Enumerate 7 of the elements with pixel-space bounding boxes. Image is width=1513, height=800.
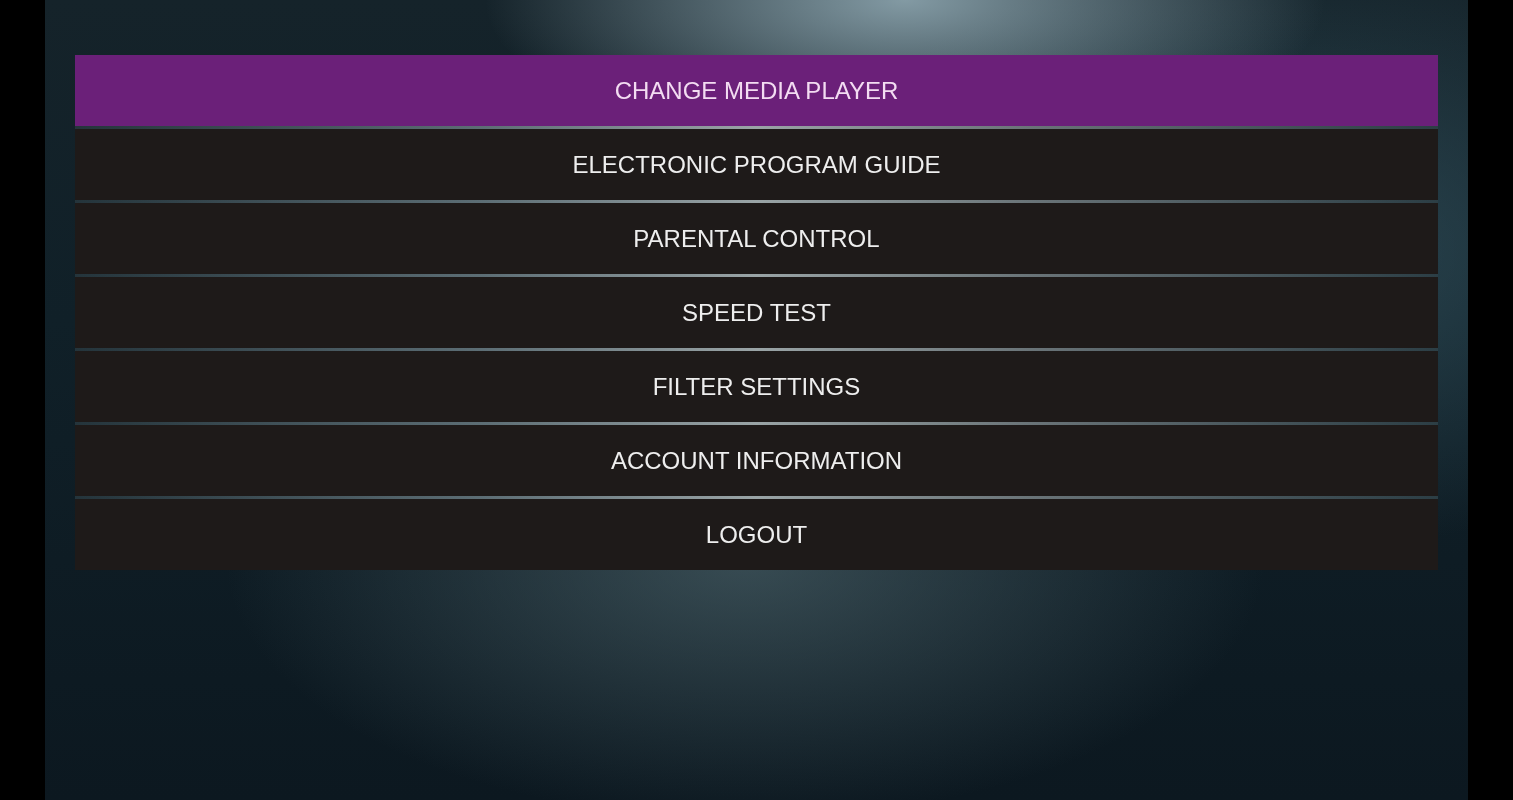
menu-item[interactable]: SPEED TEST [75,277,1438,348]
menu-item[interactable]: ACCOUNT INFORMATION [75,425,1438,496]
menu-item[interactable]: CHANGE MEDIA PLAYER [75,55,1438,126]
menu-item[interactable]: FILTER SETTINGS [75,351,1438,422]
menu-item[interactable]: ELECTRONIC PROGRAM GUIDE [75,129,1438,200]
menu-item[interactable]: LOGOUT [75,499,1438,570]
menu-item[interactable]: PARENTAL CONTROL [75,203,1438,274]
